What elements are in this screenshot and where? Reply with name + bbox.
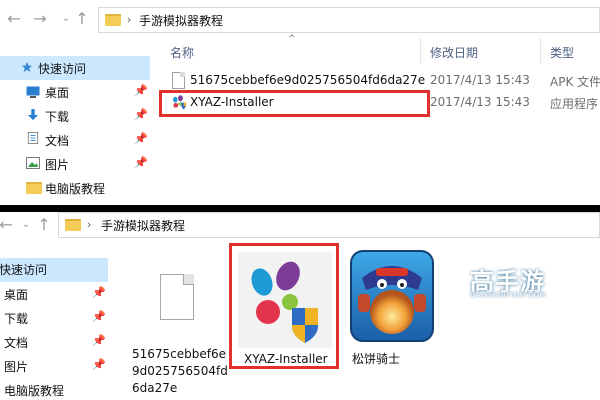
navigation-bar: ← ⌄ ↑ › 手游模拟器教程 (0, 212, 600, 252)
tile-label: 51675cebbef6e 9d025756504fd 6da27e (132, 346, 228, 397)
xyaz-app-icon (251, 261, 318, 343)
sidebar-item-label: 文档 (45, 134, 70, 148)
sidebar-item-label: 电脑版教程 (4, 384, 65, 398)
file-tile[interactable]: 松饼骑士 (346, 250, 446, 370)
sidebar-item-label: 桌面 (45, 86, 70, 100)
sidebar-item-quick-access[interactable]: 快速访问 (0, 258, 108, 282)
column-header-type[interactable]: 类型 (550, 44, 574, 61)
sidebar-item-label: 下载 (45, 110, 70, 124)
sidebar-item-label: 图片 (45, 158, 70, 172)
up-arrow-icon[interactable]: ↑ (34, 214, 54, 236)
forward-arrow-icon[interactable]: → (30, 8, 50, 30)
document-icon (27, 132, 39, 144)
pin-icon[interactable]: 📌 (134, 156, 148, 169)
file-tile[interactable]: 51675cebbef6e 9d025756504fd 6da27e (126, 250, 228, 400)
tile-label: 松饼骑士 (352, 351, 442, 368)
watermark-subtitle: GAOSHOUYOU.COM (470, 291, 547, 299)
up-arrow-icon[interactable]: ↑ (72, 8, 92, 30)
tile-label-line: 松饼骑士 (352, 352, 401, 366)
window-divider (0, 205, 600, 212)
file-type: APK 文件 (550, 75, 600, 89)
explorer-window-icons: ← ⌄ ↑ › 手游模拟器教程 快速访问 桌面 📌 下载 📌 文档 📌 图片 📌 (0, 212, 600, 400)
sidebar-item-pictures[interactable]: 图片 📌 (0, 152, 150, 176)
pin-icon[interactable]: 📌 (92, 310, 106, 323)
pin-icon[interactable]: 📌 (92, 286, 106, 299)
folder-icon (105, 14, 121, 26)
table-row[interactable]: XYAZ-Installer 2017/4/13 15:43 应用程序 (160, 92, 600, 114)
sidebar-item-downloads[interactable]: 下载 📌 (0, 104, 150, 128)
sidebar-item-label: 下载 (4, 312, 29, 326)
sidebar-item-label: 桌面 (4, 288, 29, 302)
table-row[interactable]: 51675cebbef6e9d025756504fd6da27e 2017/4/… (160, 70, 600, 92)
column-header-date[interactable]: 修改日期 (430, 44, 478, 61)
back-arrow-icon[interactable]: ← (4, 8, 24, 30)
navigation-bar: ← → ⌄ ↑ › 手游模拟器教程 (0, 0, 600, 40)
download-icon (27, 109, 39, 121)
chevron-right-icon: › (87, 218, 92, 231)
file-name: XYAZ-Installer (190, 95, 274, 109)
folder-icon (26, 182, 42, 194)
sidebar-item-downloads[interactable]: 下载 📌 (0, 307, 108, 331)
sidebar-item-documents[interactable]: 文档 📌 (0, 331, 108, 355)
file-type: 应用程序 (550, 97, 599, 111)
chevron-right-icon: › (127, 13, 132, 26)
blank-file-icon (160, 274, 194, 320)
file-date: 2017/4/13 15:43 (430, 73, 530, 87)
xyaz-app-icon (173, 95, 187, 110)
column-header-name[interactable]: 名称 (170, 44, 194, 61)
sidebar-item-label: 快速访问 (38, 62, 87, 76)
file-date: 2017/4/13 15:43 (430, 95, 530, 109)
tile-label-line: XYAZ-Installer (244, 352, 328, 366)
sort-ascending-icon[interactable]: ^ (288, 34, 296, 44)
sidebar-item-label: 文档 (4, 336, 29, 350)
pin-icon[interactable]: 📌 (134, 84, 148, 97)
sidebar-item-label: 电脑版教程 (45, 182, 106, 196)
sidebar-item-pc-tutorials[interactable]: 电脑版教程 (0, 176, 150, 200)
explorer-window-details: ← → ⌄ ↑ › 手游模拟器教程 快速访问 桌面 📌 下载 📌 文档 📌 图片… (0, 0, 600, 205)
sidebar-item-pictures[interactable]: 图片 📌 (0, 355, 108, 379)
sidebar-item-desktop[interactable]: 桌面 📌 (0, 80, 150, 104)
recent-dropdown-icon[interactable]: ⌄ (16, 214, 36, 236)
pin-icon[interactable]: 📌 (134, 132, 148, 145)
tile-label: XYAZ-Installer (244, 351, 334, 368)
pin-icon[interactable]: 📌 (92, 334, 106, 347)
pin-icon[interactable]: 📌 (92, 358, 106, 371)
blank-file-icon (172, 72, 185, 89)
file-tile[interactable]: XYAZ-Installer (234, 250, 334, 370)
star-icon (21, 61, 33, 72)
breadcrumb-folder[interactable]: 手游模拟器教程 (101, 217, 185, 234)
sidebar-item-label: 快速访问 (0, 263, 48, 277)
sidebar-item-quick-access[interactable]: 快速访问 (0, 56, 150, 80)
sidebar-item-pc-tutorials[interactable]: 电脑版教程 (0, 379, 108, 400)
sidebar-item-documents[interactable]: 文档 📌 (0, 128, 150, 152)
back-arrow-icon[interactable]: ← (0, 214, 16, 236)
sidebar-item-desktop[interactable]: 桌面 📌 (0, 283, 108, 307)
sidebar-item-label: 图片 (4, 360, 29, 374)
column-divider[interactable] (420, 38, 421, 64)
column-divider[interactable] (540, 38, 541, 64)
tile-label-line: 6da27e (132, 381, 178, 395)
tile-label-line: 51675cebbef6e (132, 347, 227, 361)
address-bar[interactable]: › 手游模拟器教程 (98, 7, 600, 33)
game-icon (350, 250, 434, 342)
folder-icon (65, 219, 81, 231)
file-name: 51675cebbef6e9d025756504fd6da27e (190, 73, 426, 87)
pin-icon[interactable]: 📌 (134, 108, 148, 121)
desktop-icon (26, 86, 40, 98)
breadcrumb-folder[interactable]: 手游模拟器教程 (139, 12, 223, 29)
picture-icon (26, 157, 40, 169)
tile-label-line: 9d025756504fd (132, 364, 228, 378)
logo-icon (450, 264, 470, 286)
address-bar[interactable]: › 手游模拟器教程 (58, 212, 600, 238)
